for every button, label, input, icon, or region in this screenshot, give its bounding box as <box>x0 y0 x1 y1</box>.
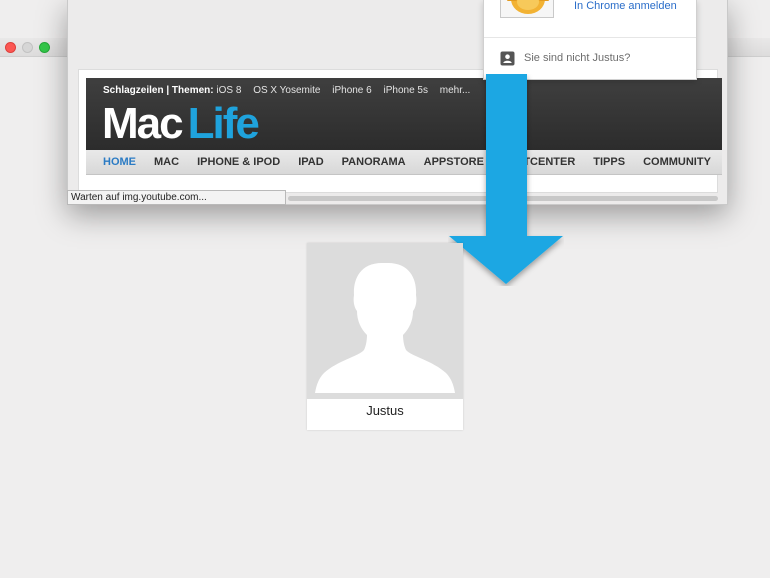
user-profile-card[interactable]: Justus <box>307 243 463 430</box>
maclife-header: Schlagzeilen | Themen: iOS 8 OS X Yosemi… <box>86 78 722 150</box>
nav-item-tipps[interactable]: TIPPS <box>584 150 634 174</box>
topic-link[interactable]: OS X Yosemite <box>253 85 320 96</box>
webpage-frame: Schlagzeilen | Themen: iOS 8 OS X Yosemi… <box>78 69 722 193</box>
profile-avatar-icon[interactable] <box>500 0 554 18</box>
chrome-signin-link[interactable]: In Chrome anmelden <box>574 0 677 12</box>
logo-life: Life <box>187 99 260 148</box>
not-you-menu-item[interactable]: Sie sind nicht Justus? <box>500 51 630 70</box>
nav-item-iphone-ipod[interactable]: IPHONE & IPOD <box>188 150 289 174</box>
menu-divider <box>484 37 696 38</box>
big-down-arrow-icon <box>448 74 564 291</box>
minimize-window-button[interactable] <box>22 42 33 53</box>
close-window-button[interactable] <box>5 42 16 53</box>
nav-item-community[interactable]: COMMUNITY <box>634 150 720 174</box>
topic-link[interactable]: iOS 8 <box>216 85 241 96</box>
nav-item-ipad[interactable]: IPAD <box>289 150 332 174</box>
profile-menu: In Chrome anmelden Sie sind nicht Justus… <box>483 0 697 80</box>
default-avatar-icon <box>307 243 463 399</box>
user-name: Justus <box>366 403 404 418</box>
main-nav: HOME MAC IPHONE & IPOD IPAD PANORAMA APPSTORE… <box>86 150 722 175</box>
headlines-label: Schlagzeilen | Themen: <box>103 85 214 96</box>
nav-item-home[interactable]: HOME <box>86 150 145 174</box>
status-bar: Warten auf img.youtube.com... <box>67 190 286 205</box>
nav-item-mac[interactable]: MAC <box>145 150 188 174</box>
topic-link[interactable]: iPhone 6 <box>332 85 371 96</box>
maclife-logo[interactable]: Mac Life <box>102 99 260 148</box>
zoom-window-button[interactable] <box>39 42 50 53</box>
logo-mac: Mac <box>102 99 184 148</box>
topic-link[interactable]: iPhone 5s <box>384 85 428 96</box>
person-card-icon <box>500 51 515 70</box>
headlines-bar: Schlagzeilen | Themen: iOS 8 OS X Yosemi… <box>103 85 479 96</box>
not-you-label: Sie sind nicht Justus? <box>524 52 631 64</box>
nav-item-panorama[interactable]: PANORAMA <box>333 150 415 174</box>
